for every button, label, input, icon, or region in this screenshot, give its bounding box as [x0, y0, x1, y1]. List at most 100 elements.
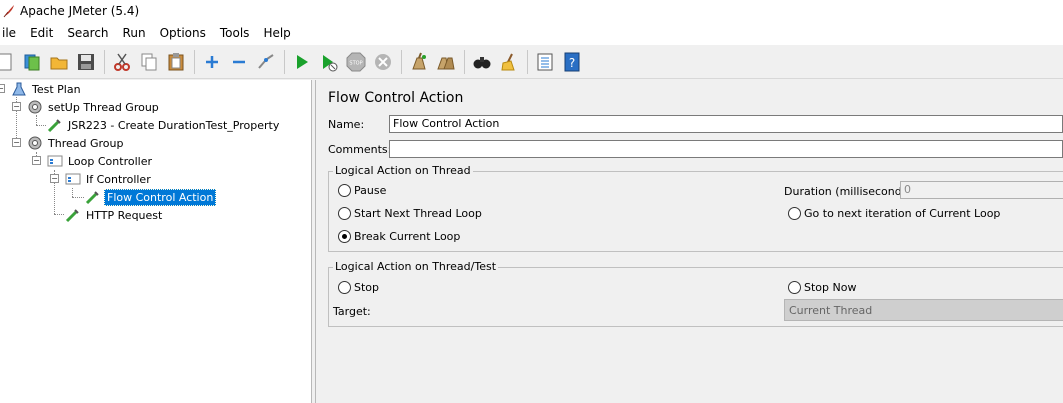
tree-connector — [36, 115, 37, 125]
radio-label: Stop Now — [804, 281, 857, 294]
paste-button[interactable] — [163, 49, 189, 75]
menu-help[interactable]: Help — [256, 22, 297, 45]
new-button[interactable] — [0, 49, 18, 75]
templates-button[interactable] — [19, 49, 45, 75]
tree-node-http-request[interactable]: HTTP Request — [65, 206, 164, 224]
shutdown-button[interactable] — [370, 49, 396, 75]
expander-if-controller[interactable]: − — [50, 174, 59, 183]
stop-button[interactable]: STOP — [343, 49, 369, 75]
menu-options[interactable]: Options — [153, 22, 213, 45]
tree-node-jsr223[interactable]: JSR223 - Create DurationTest_Property — [47, 116, 281, 134]
name-input[interactable]: Flow Control Action — [389, 115, 1063, 133]
stop-label: STOP — [349, 60, 362, 66]
help-icon: ? — [564, 52, 580, 71]
radio-label: Break Current Loop — [354, 230, 461, 243]
clear-icon — [412, 52, 426, 69]
radio-indicator — [788, 281, 801, 294]
radio-go-to-next-iteration[interactable]: Go to next iteration of Current Loop — [788, 207, 1000, 220]
toggle-button[interactable] — [253, 49, 279, 75]
shutdown-icon — [375, 53, 391, 70]
tree-node-setup-thread-group[interactable]: setUp Thread Group — [27, 98, 161, 116]
menu-search[interactable]: Search — [60, 22, 115, 45]
radio-break-current-loop[interactable]: Break Current Loop — [338, 230, 460, 243]
tree-node-label: If Controller — [86, 172, 151, 186]
open-button[interactable] — [46, 49, 72, 75]
tree-node-label: Flow Control Action — [104, 188, 217, 206]
broom-icon — [501, 53, 515, 70]
radio-label: Start Next Thread Loop — [354, 207, 482, 220]
tree-node-thread-group[interactable]: Thread Group — [27, 134, 125, 152]
test-plan-tree[interactable]: − − − − − Test Plan setUp Thread Group J… — [0, 80, 312, 403]
radio-start-next-thread-loop[interactable]: Start Next Thread Loop — [338, 207, 482, 220]
start-no-pauses-icon — [323, 54, 338, 71]
radio-stop[interactable]: Stop — [338, 281, 379, 294]
search-button[interactable] — [469, 49, 495, 75]
clear-all-icon — [437, 57, 455, 69]
tree-node-test-plan[interactable]: Test Plan — [11, 80, 83, 98]
toolbar-separator — [464, 49, 465, 74]
save-icon — [78, 53, 94, 70]
tree-connector — [72, 197, 84, 198]
group-title: Logical Action on Thread — [333, 164, 473, 177]
function-helper-button[interactable] — [532, 49, 558, 75]
controller-icon — [65, 171, 81, 187]
radio-indicator — [338, 207, 351, 220]
menu-tools[interactable]: Tools — [213, 22, 257, 45]
target-select[interactable]: Current Thread — [784, 299, 1063, 321]
tree-node-loop-controller[interactable]: Loop Controller — [47, 152, 154, 170]
tree-node-label: Thread Group — [48, 136, 124, 150]
reset-search-button[interactable] — [496, 49, 522, 75]
collapse-icon — [233, 60, 245, 63]
target-label: Target: — [333, 305, 371, 318]
radio-pause[interactable]: Pause — [338, 184, 386, 197]
expander-thread-group[interactable]: − — [12, 138, 21, 147]
radio-indicator — [788, 207, 801, 220]
comments-input[interactable] — [389, 140, 1063, 158]
window-title: Apache JMeter (5.4) — [20, 4, 140, 18]
radio-label: Stop — [354, 281, 380, 294]
start-button[interactable] — [289, 49, 315, 75]
menu-edit[interactable]: Edit — [23, 22, 60, 45]
paste-icon — [168, 52, 184, 70]
start-no-pauses-button[interactable] — [316, 49, 342, 75]
radio-label: Pause — [354, 184, 387, 197]
templates-icon — [24, 54, 40, 70]
tree-connector — [36, 125, 46, 126]
expander-loop-controller[interactable]: − — [32, 156, 41, 165]
tree-node-flow-control-action[interactable]: Flow Control Action — [85, 188, 217, 206]
tree-node-if-controller[interactable]: If Controller — [65, 170, 153, 188]
expander-setup-thread-group[interactable]: − — [12, 102, 21, 111]
expand-button[interactable] — [199, 49, 225, 75]
copy-button[interactable] — [136, 49, 162, 75]
thread-group-icon — [27, 135, 43, 151]
tree-connector — [54, 214, 64, 215]
radio-indicator — [338, 184, 351, 197]
panel-splitter[interactable] — [312, 80, 316, 403]
tree-connector — [72, 188, 73, 197]
logical-action-thread-test-group: Logical Action on Thread/Test Stop Stop … — [328, 260, 1063, 327]
sampler-icon — [85, 189, 101, 205]
clear-button[interactable] — [406, 49, 432, 75]
collapse-button[interactable] — [226, 49, 252, 75]
help-button[interactable]: ? — [559, 49, 585, 75]
tree-node-label: Loop Controller — [68, 154, 152, 168]
test-plan-icon — [11, 81, 27, 97]
expander-test-plan[interactable]: − — [0, 84, 5, 93]
toolbar-separator — [527, 49, 528, 74]
sampler-icon — [47, 117, 63, 133]
new-icon — [0, 53, 12, 70]
name-label: Name: — [328, 118, 365, 131]
toolbar-separator — [284, 49, 285, 74]
menu-file[interactable]: ile — [0, 22, 23, 45]
toolbar: STOP ? — [0, 45, 1063, 79]
clear-all-button[interactable] — [433, 49, 459, 75]
radio-stop-now[interactable]: Stop Now — [788, 281, 856, 294]
expand-icon — [206, 55, 218, 68]
toolbar-separator — [194, 49, 195, 74]
duration-input[interactable]: 0 — [900, 181, 1063, 199]
controller-icon — [47, 153, 63, 169]
cut-button[interactable] — [109, 49, 135, 75]
menu-run[interactable]: Run — [116, 22, 153, 45]
save-button[interactable] — [73, 49, 99, 75]
tree-node-label: JSR223 - Create DurationTest_Property — [68, 118, 280, 132]
